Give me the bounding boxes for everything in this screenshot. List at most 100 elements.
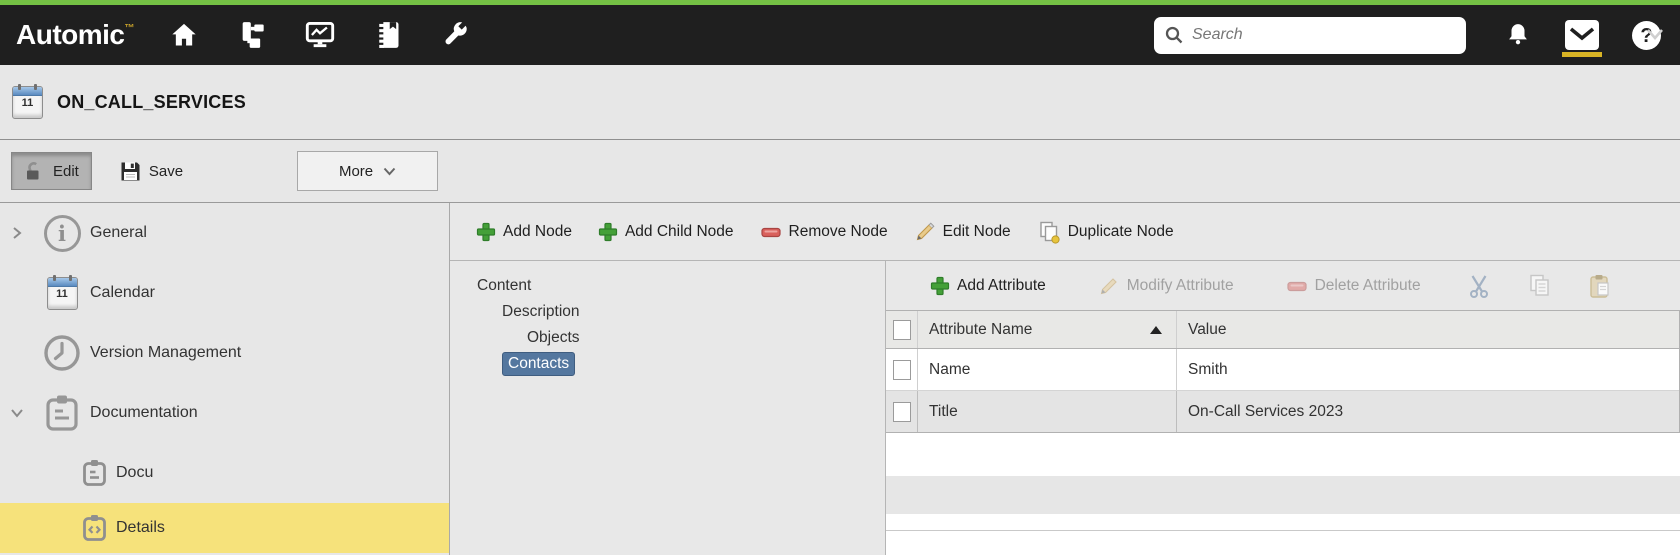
remove-node-button[interactable]: Remove Node: [760, 222, 888, 242]
plus-icon: [476, 222, 496, 242]
topbar: Automic™: [0, 5, 1680, 65]
select-all-checkbox[interactable]: [893, 320, 911, 340]
add-node-button[interactable]: Add Node: [476, 222, 572, 242]
attribute-value-cell: Smith: [1177, 349, 1679, 390]
messages-mail-icon[interactable]: [1564, 12, 1600, 58]
sidebar-item-label: Docu: [116, 464, 153, 482]
modify-attribute-button[interactable]: Modify Attribute: [1098, 275, 1234, 297]
sidebar-item-label: Documentation: [90, 404, 198, 422]
sidebar-item-docu[interactable]: Docu: [0, 443, 449, 503]
documentation-details-panel: Add Node Add Child Node Remove Node: [450, 203, 1680, 555]
attributes-table: Attribute Name Value Name Smith: [886, 310, 1680, 433]
tree-node-description[interactable]: Description: [450, 299, 885, 325]
topbar-right: ?: [1500, 12, 1664, 58]
column-header-attribute-name[interactable]: Attribute Name: [918, 311, 1177, 348]
add-attribute-label: Add Attribute: [957, 277, 1046, 295]
trademark: ™: [125, 23, 135, 34]
clipboard-doc-icon: [72, 459, 116, 487]
table-row[interactable]: Name Smith: [886, 349, 1679, 391]
attribute-value-cell: On-Call Services 2023: [1177, 391, 1679, 432]
copy-icon[interactable]: [1527, 273, 1553, 299]
topbar-overflow-chevron-icon[interactable]: [1644, 27, 1666, 48]
calendar-icon: 11: [34, 277, 90, 310]
object-sections-sidebar: i General 11 Calendar Version Management: [0, 203, 450, 555]
cut-icon[interactable]: [1467, 273, 1493, 299]
save-button[interactable]: Save: [108, 152, 195, 190]
add-node-label: Add Node: [503, 223, 572, 241]
floppy-save-icon: [120, 161, 141, 182]
delete-attribute-label: Delete Attribute: [1315, 277, 1421, 295]
duplicate-node-label: Duplicate Node: [1068, 223, 1174, 241]
active-nav-indicator: [1562, 52, 1602, 57]
page-title: ON_CALL_SERVICES: [57, 92, 246, 113]
tree-node-contacts[interactable]: Contacts: [450, 351, 885, 377]
attribute-name-cell: Title: [918, 391, 1177, 432]
node-toolbar: Add Node Add Child Node Remove Node: [450, 203, 1680, 261]
empty-row-stripe: [886, 476, 1680, 514]
expander-expanded-icon[interactable]: [0, 407, 34, 419]
primary-nav: [168, 19, 472, 51]
expander-collapsed-icon[interactable]: [0, 225, 34, 241]
sidebar-item-label: Calendar: [90, 284, 155, 302]
sidebar-item-label: General: [90, 224, 147, 242]
sidebar-item-calendar[interactable]: 11 Calendar: [0, 263, 449, 323]
add-child-node-label: Add Child Node: [625, 223, 734, 241]
calendar-object-icon: 11: [12, 86, 43, 119]
sidebar-item-general[interactable]: i General: [0, 203, 449, 263]
automic-app: Automic™: [0, 0, 1680, 555]
notifications-bell-icon[interactable]: [1500, 12, 1536, 58]
home-icon[interactable]: [168, 19, 200, 51]
catalog-icon[interactable]: [372, 19, 404, 51]
column-header-value[interactable]: Value: [1177, 311, 1679, 348]
duplicate-node-button[interactable]: Duplicate Node: [1037, 220, 1174, 244]
more-button[interactable]: More: [297, 151, 438, 191]
row-select-checkbox[interactable]: [893, 402, 911, 422]
clipboard-details-icon: [72, 514, 116, 542]
clipboard-icon: [34, 394, 90, 432]
edit-button-label: Edit: [53, 163, 79, 180]
clipboard-actions: [1467, 273, 1613, 299]
more-button-label: More: [339, 163, 373, 180]
tree-node-objects[interactable]: Objects: [450, 325, 885, 351]
sort-ascending-icon: [1150, 326, 1162, 334]
object-header: 11 ON_CALL_SERVICES: [0, 65, 1680, 140]
sidebar-item-details[interactable]: Details: [0, 503, 449, 553]
search-icon: [1164, 25, 1184, 45]
search-box: [1154, 17, 1466, 54]
empty-area: [886, 531, 1680, 555]
process-assembly-icon[interactable]: [236, 19, 268, 51]
remove-node-label: Remove Node: [789, 223, 888, 241]
edit-node-button[interactable]: Edit Node: [914, 221, 1011, 243]
process-monitoring-icon[interactable]: [304, 19, 336, 51]
sidebar-item-documentation[interactable]: Documentation: [0, 383, 449, 443]
pencil-icon: [914, 221, 936, 243]
info-icon: i: [34, 215, 90, 252]
paste-icon[interactable]: [1587, 273, 1613, 299]
plus-icon: [930, 276, 950, 296]
administration-icon[interactable]: [440, 19, 472, 51]
edit-button[interactable]: Edit: [11, 152, 92, 190]
content-area: i General 11 Calendar Version Management: [0, 203, 1680, 555]
minus-icon: [1286, 276, 1308, 296]
action-toolbar: Edit Save More: [0, 140, 1680, 203]
plus-icon: [598, 222, 618, 242]
table-row[interactable]: Title On-Call Services 2023: [886, 391, 1679, 433]
edit-node-label: Edit Node: [943, 223, 1011, 241]
pencil-icon: [1098, 275, 1120, 297]
tree-node-content[interactable]: Content: [450, 273, 885, 299]
clock-icon: [34, 334, 90, 372]
row-select-checkbox[interactable]: [893, 360, 911, 380]
sidebar-item-version-management[interactable]: Version Management: [0, 323, 449, 383]
empty-row-area: [886, 514, 1680, 531]
delete-attribute-button[interactable]: Delete Attribute: [1286, 276, 1421, 296]
sidebar-item-label: Version Management: [90, 344, 241, 362]
add-attribute-button[interactable]: Add Attribute: [930, 276, 1046, 296]
lower-panels: Content Description Objects Contacts Add…: [450, 261, 1680, 555]
search-input[interactable]: [1192, 26, 1456, 44]
chevron-down-icon: [383, 167, 396, 176]
attributes-table-header: Attribute Name Value: [886, 311, 1679, 349]
attribute-toolbar: Add Attribute Modify Attribute: [886, 261, 1680, 310]
add-child-node-button[interactable]: Add Child Node: [598, 222, 734, 242]
minus-icon: [760, 222, 782, 242]
automic-logo: Automic™: [16, 19, 134, 51]
